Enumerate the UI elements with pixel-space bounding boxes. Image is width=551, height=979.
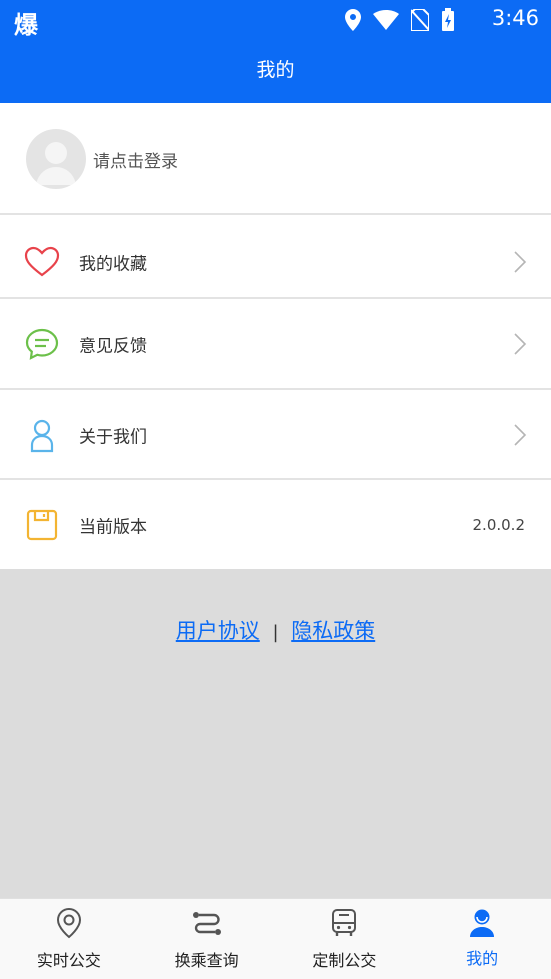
version-value: 2.0.0.2 (472, 516, 525, 534)
bottom-tab-bar: 实时公交 换乘查询 定制公交 我的 (0, 898, 551, 979)
tab-mine[interactable]: 我的 (413, 899, 551, 979)
login-row[interactable]: 请点击登录 (0, 103, 551, 215)
chevron-right-icon (514, 333, 527, 355)
status-bar: 爆 3:46 (0, 0, 551, 39)
person-icon (30, 419, 54, 453)
default-avatar-icon (36, 142, 76, 185)
tab-label: 定制公交 (312, 951, 377, 970)
menu-item-feedback[interactable]: 意见反馈 (0, 299, 551, 389)
battery-charging-icon (442, 8, 454, 31)
menu-item-version: 当前版本 2.0.0.2 (0, 480, 551, 570)
chevron-right-icon (514, 424, 527, 446)
link-separator: | (272, 622, 279, 643)
chevron-right-icon (514, 251, 527, 273)
profile-panel: 请点击登录 我的收藏 意见反馈 关于我们 当前版本 2.0.0.2 (0, 103, 551, 569)
menu-item-label: 关于我们 (79, 427, 147, 448)
page-title: 我的 (256, 59, 295, 81)
menu-item-label: 我的收藏 (79, 254, 147, 275)
menu-item-label: 意见反馈 (79, 336, 147, 357)
avatar[interactable] (26, 129, 86, 189)
tab-transfer-query[interactable]: 换乘查询 (138, 899, 276, 979)
chat-bubble-icon (25, 328, 59, 360)
menu-item-label: 当前版本 (79, 517, 147, 538)
tab-label: 换乘查询 (174, 951, 239, 970)
login-prompt[interactable]: 请点击登录 (93, 147, 178, 172)
page-header: 我的 (0, 38, 551, 103)
user-agreement-link[interactable]: 用户协议 (176, 619, 260, 643)
privacy-policy-link[interactable]: 隐私政策 (291, 619, 375, 643)
wifi-status-icon (373, 10, 399, 30)
location-status-icon (345, 9, 361, 31)
status-time: 3:46 (491, 6, 539, 30)
status-icons (345, 8, 455, 32)
tab-custom-bus[interactable]: 定制公交 (276, 899, 414, 979)
tab-label: 实时公交 (36, 951, 101, 970)
tab-label: 我的 (466, 949, 499, 968)
policy-links: 用户协议 | 隐私政策 (0, 615, 551, 645)
status-app-glyph: 爆 (14, 11, 38, 39)
menu-item-about[interactable]: 关于我们 (0, 390, 551, 480)
user-icon (470, 909, 495, 937)
menu-item-favorites[interactable]: 我的收藏 (0, 217, 551, 307)
route-icon (192, 912, 221, 935)
heart-icon (24, 246, 60, 277)
bus-icon (332, 909, 357, 936)
no-sim-status-icon (411, 9, 429, 31)
location-pin-icon (56, 907, 81, 939)
save-disk-icon (26, 509, 58, 541)
tab-realtime-bus[interactable]: 实时公交 (0, 899, 138, 979)
